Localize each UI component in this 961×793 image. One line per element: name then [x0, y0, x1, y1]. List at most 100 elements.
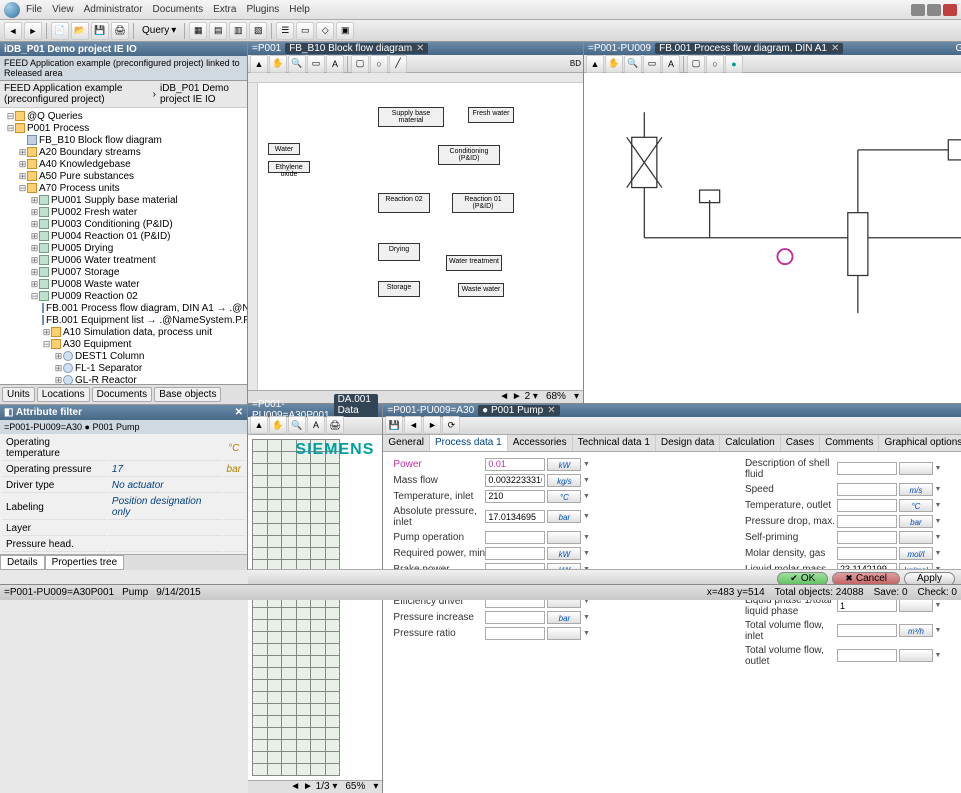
- expander-icon[interactable]: ⊞: [54, 351, 63, 362]
- unit-button[interactable]: [899, 531, 933, 544]
- prop-input[interactable]: [837, 515, 897, 528]
- prop-input[interactable]: [485, 490, 545, 503]
- close-icon[interactable]: [943, 4, 957, 16]
- prop-tab[interactable]: Cases: [781, 435, 820, 451]
- unit-button[interactable]: bar: [547, 611, 581, 624]
- unit-button[interactable]: °C: [547, 490, 581, 503]
- tool-2[interactable]: ▤: [209, 22, 227, 40]
- dropdown-icon[interactable]: ▼: [933, 550, 943, 557]
- new-button[interactable]: 📄: [51, 22, 69, 40]
- attr-close-icon[interactable]: ✕: [235, 407, 243, 418]
- prop-input[interactable]: [837, 599, 897, 612]
- unit-button[interactable]: °C: [899, 499, 933, 512]
- close-icon[interactable]: ✕: [547, 405, 555, 416]
- dropdown-icon[interactable]: ▼: [933, 502, 943, 509]
- tab-base-objects[interactable]: Base objects: [154, 387, 221, 402]
- tree-row[interactable]: FB.001 Equipment list → .@NameSystem.P.P…: [2, 314, 245, 326]
- zoom-tool[interactable]: 🔍: [288, 416, 306, 434]
- tab-locations[interactable]: Locations: [37, 387, 90, 402]
- attr-value[interactable]: [108, 538, 221, 552]
- tree-row[interactable]: FB.001 Process flow diagram, DIN A1 → .@…: [2, 302, 245, 314]
- unit-button[interactable]: [547, 627, 581, 640]
- flow-block[interactable]: Ethylene oxide: [268, 161, 310, 173]
- line-tool[interactable]: ╱: [389, 55, 407, 73]
- dropdown-icon[interactable]: ▼: [933, 486, 943, 493]
- expander-icon[interactable]: ⊟: [6, 123, 15, 134]
- tree-row[interactable]: FB_B10 Block flow diagram: [2, 134, 245, 146]
- flow-block[interactable]: Storage: [378, 281, 420, 297]
- attr-value[interactable]: [108, 522, 221, 536]
- dropdown-icon[interactable]: ▼: [581, 550, 591, 557]
- unit-button[interactable]: m/s: [899, 483, 933, 496]
- attr-value[interactable]: 17: [108, 463, 221, 477]
- attr-value[interactable]: No actuator: [108, 479, 221, 493]
- dropdown-icon[interactable]: ▼: [933, 627, 943, 634]
- back-button[interactable]: ◄: [404, 416, 422, 434]
- tree-row[interactable]: ⊞PU006 Water treatment: [2, 254, 245, 266]
- dropdown-icon[interactable]: ▼: [581, 630, 591, 637]
- tree-row[interactable]: ⊞PU005 Drying: [2, 242, 245, 254]
- prop-input[interactable]: [837, 649, 897, 662]
- tree-row[interactable]: ⊟PU009 Reaction 02: [2, 290, 245, 302]
- unit-button[interactable]: bar: [899, 515, 933, 528]
- attr-value[interactable]: [108, 436, 221, 461]
- save-button[interactable]: 💾: [91, 22, 109, 40]
- text-tool[interactable]: A: [307, 416, 325, 434]
- tree-row[interactable]: ⊟A70 Process units: [2, 182, 245, 194]
- pan-tool[interactable]: ✋: [269, 416, 287, 434]
- prop-input[interactable]: [837, 483, 897, 496]
- rect-tool[interactable]: ▢: [687, 55, 705, 73]
- rect-tool[interactable]: ▢: [351, 55, 369, 73]
- unit-button[interactable]: [899, 649, 933, 662]
- breadcrumb-parent[interactable]: FEED Application example (preconfigured …: [4, 83, 149, 105]
- expander-icon[interactable]: ⊞: [54, 363, 63, 374]
- tree-row[interactable]: ⊞A20 Boundary streams: [2, 146, 245, 158]
- expander-icon[interactable]: ⊟: [18, 183, 27, 194]
- expander-icon[interactable]: ⊞: [30, 255, 39, 266]
- prop-tab[interactable]: Graphical options: [879, 435, 961, 451]
- menu-plugins[interactable]: Plugins: [246, 4, 279, 15]
- menu-extra[interactable]: Extra: [213, 4, 236, 15]
- select-tool[interactable]: ▭: [307, 55, 325, 73]
- expander-icon[interactable]: ⊞: [18, 147, 27, 158]
- flow-block[interactable]: Reaction 01 (P&ID): [452, 193, 514, 213]
- unit-button[interactable]: mol/l: [899, 547, 933, 560]
- prop-input[interactable]: [485, 611, 545, 624]
- prop-tab[interactable]: Accessories: [508, 435, 573, 451]
- flow-block[interactable]: Water treatment: [446, 255, 502, 271]
- minimize-icon[interactable]: [911, 4, 925, 16]
- pointer-tool[interactable]: ▲: [250, 55, 268, 73]
- attr-value[interactable]: Position designation only: [108, 495, 221, 520]
- prop-input[interactable]: [837, 531, 897, 544]
- pointer-tool[interactable]: ▲: [586, 55, 604, 73]
- expander-icon[interactable]: ⊞: [30, 207, 39, 218]
- tree-row[interactable]: ⊞FL-1 Separator: [2, 362, 245, 374]
- expander-icon[interactable]: ⊞: [30, 279, 39, 290]
- prop-tab[interactable]: Design data: [656, 435, 720, 451]
- circle-tool[interactable]: ○: [370, 55, 388, 73]
- unit-button[interactable]: kW: [547, 458, 581, 471]
- tree-row[interactable]: ⊞PU001 Supply base material: [2, 194, 245, 206]
- tool-7[interactable]: ◇: [316, 22, 334, 40]
- refresh-button[interactable]: ⟳: [442, 416, 460, 434]
- expander-icon[interactable]: ⊟: [6, 111, 15, 122]
- flow-block[interactable]: Supply base material: [378, 107, 444, 127]
- prop-input[interactable]: [485, 531, 545, 544]
- tree-row[interactable]: ⊞PU004 Reaction 01 (P&ID): [2, 230, 245, 242]
- query-dropdown[interactable]: Query ▾: [138, 25, 180, 36]
- menu-file[interactable]: File: [26, 4, 42, 15]
- flow-block[interactable]: Water: [268, 143, 300, 155]
- dropdown-icon[interactable]: ▼: [581, 513, 591, 520]
- tool-6[interactable]: ▭: [296, 22, 314, 40]
- tree-row[interactable]: ⊞DEST1 Column: [2, 350, 245, 362]
- prop-input[interactable]: [485, 510, 545, 523]
- text-tool[interactable]: A: [662, 55, 680, 73]
- prop-input[interactable]: [837, 462, 897, 475]
- expander-icon[interactable]: ⊞: [30, 243, 39, 254]
- tree-row[interactable]: ⊞GL-R Reactor: [2, 374, 245, 384]
- close-icon[interactable]: ✕: [831, 43, 839, 54]
- tree-row[interactable]: ⊞PU003 Conditioning (P&ID): [2, 218, 245, 230]
- expander-icon[interactable]: ⊞: [18, 159, 27, 170]
- menu-view[interactable]: View: [52, 4, 74, 15]
- close-icon[interactable]: ✕: [416, 43, 424, 54]
